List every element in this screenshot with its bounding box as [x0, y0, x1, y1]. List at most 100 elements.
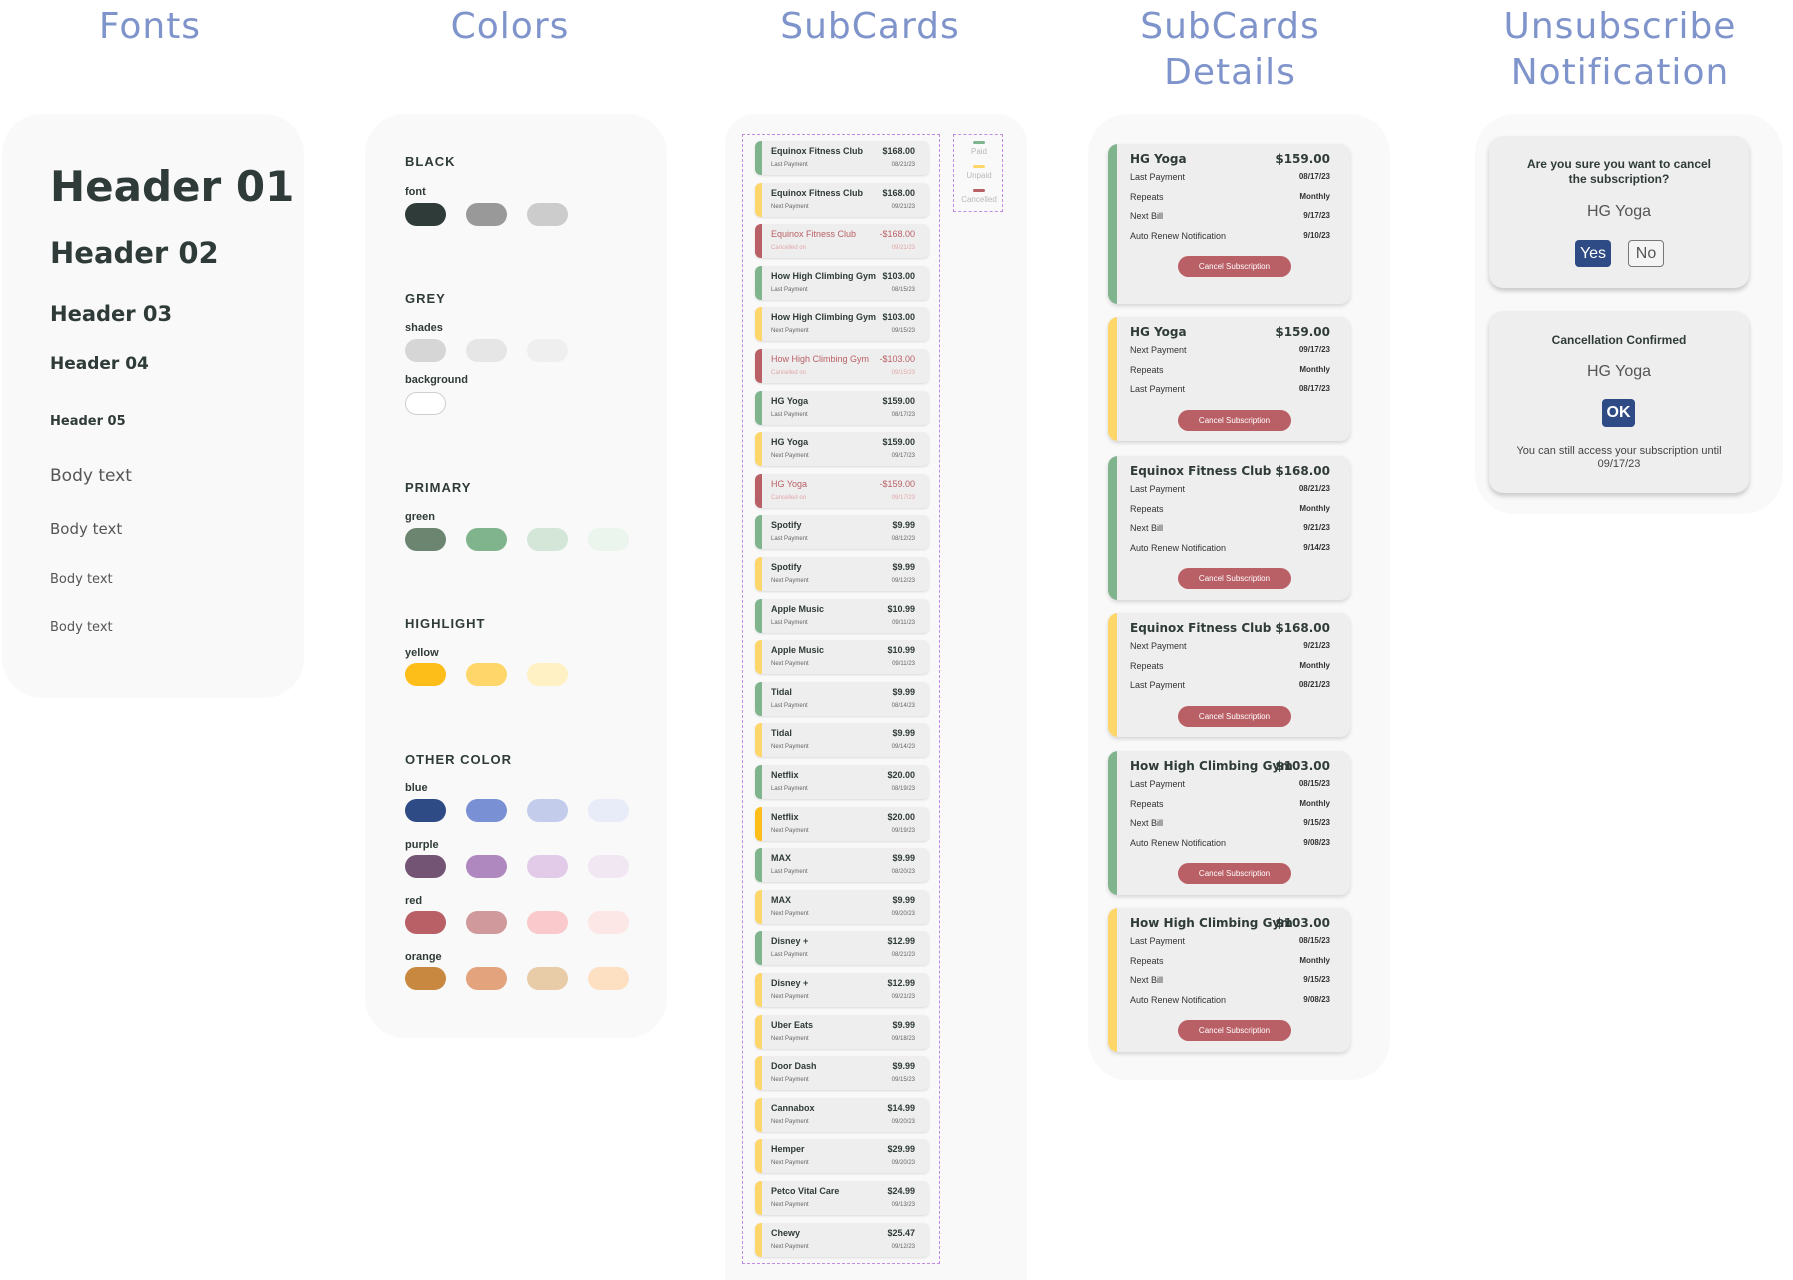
- subcard[interactable]: Spotify Last Payment $9.99 08/12/23: [755, 515, 929, 550]
- subcard-name: MAX: [771, 853, 791, 864]
- status-bar: [755, 515, 762, 550]
- color-sub-purple: purple: [405, 839, 439, 851]
- detail-row: Repeats Monthly: [1130, 799, 1330, 813]
- subcard-name: Netflix: [771, 770, 799, 780]
- subcard-date: 08/15/23: [891, 286, 915, 293]
- subcard-name: Disney +: [771, 978, 809, 988]
- subcard-label: Next Payment: [771, 328, 809, 335]
- no-button[interactable]: No: [1628, 240, 1664, 267]
- subcard[interactable]: Spotify Next Payment $9.99 09/12/23: [755, 557, 929, 591]
- subcard-label: Next Payment: [771, 1118, 809, 1125]
- subcard-amount: $29.99: [887, 1144, 915, 1155]
- subcard[interactable]: Equinox Fitness Club Next Payment $168.00 0…: [755, 182, 929, 217]
- subcard[interactable]: How High Climbing Gym Next Payment $103.00…: [755, 307, 929, 342]
- subcard-date: 09/18/23: [891, 1035, 915, 1042]
- cancel-subscription-button[interactable]: Cancel Subscription: [1178, 568, 1291, 589]
- subcard[interactable]: Equinox Fitness Club Cancelled on -$168.00…: [755, 224, 929, 259]
- status-bar: [755, 1056, 762, 1091]
- subcard-name: Cannabox: [771, 1102, 815, 1113]
- detail-row-label: Last Payment: [1130, 172, 1186, 182]
- font-body-text-4: Body text: [50, 620, 113, 635]
- font-header-03: Header 03: [50, 302, 173, 326]
- subcard[interactable]: Apple Music Last Payment $10.99 09/11/23: [755, 598, 929, 633]
- subcard[interactable]: Petco Vital Care Next Payment $24.99 09/13/…: [755, 1181, 929, 1215]
- detail-row-label: Repeats: [1130, 660, 1164, 671]
- status-bar: [755, 765, 762, 799]
- color-swatch: [527, 911, 568, 934]
- cancel-subscription-button[interactable]: Cancel Subscription: [1178, 1020, 1291, 1041]
- detail-row: Next Payment 9/21/23: [1130, 641, 1330, 655]
- subcard-detail: HG Yoga $159.00 Next Payment 09/17/23 Repeat…: [1108, 317, 1350, 441]
- cancellation-confirmed-dialog: Cancellation Confirmed HG Yoga OK You ca…: [1489, 311, 1749, 493]
- subcard-label: Last Payment: [771, 619, 808, 626]
- subcard-amount: $159.00: [882, 395, 915, 406]
- subcard[interactable]: Apple Music Next Payment $10.99 09/11/23: [755, 640, 929, 675]
- ok-button[interactable]: OK: [1602, 399, 1635, 427]
- status-bar: [755, 848, 762, 883]
- subcard-name: Uber Eats: [771, 1019, 814, 1030]
- subcard[interactable]: MAX Next Payment $9.99 09/20/23: [755, 889, 929, 924]
- color-swatch: [405, 203, 446, 226]
- color-swatch: [405, 528, 446, 551]
- subcard-label: Last Payment: [771, 786, 808, 792]
- subcard-label: Next Payment: [771, 1035, 809, 1042]
- cancel-subscription-button[interactable]: Cancel Subscription: [1178, 256, 1291, 277]
- subcard[interactable]: Door Dash Next Payment $9.99 09/15/23: [755, 1056, 929, 1091]
- cancel-subscription-button[interactable]: Cancel Subscription: [1178, 863, 1291, 884]
- subcard[interactable]: HG Yoga Last Payment $159.00 08/17/23: [755, 390, 929, 425]
- legend-cancelled-bar: [973, 189, 985, 192]
- subcard-detail: How High Climbing Gym $103.00 Last Payment…: [1108, 751, 1350, 895]
- subcard-label: Next Payment: [771, 910, 809, 917]
- subcard[interactable]: MAX Last Payment $9.99 08/20/23: [755, 848, 929, 883]
- yes-button[interactable]: Yes: [1575, 240, 1611, 267]
- subcard[interactable]: How High Climbing Gym Last Payment $103.00…: [755, 265, 929, 300]
- subcard[interactable]: HG Yoga Cancelled on -$159.00 09/17/23: [755, 473, 929, 508]
- detail-title: Equinox Fitness Club: [1130, 621, 1272, 635]
- subcard-label: Last Payment: [771, 411, 808, 418]
- cancel-subscription-button[interactable]: Cancel Subscription: [1178, 705, 1291, 727]
- subcard-date: 09/12/23: [891, 578, 915, 584]
- subcard[interactable]: HG Yoga Next Payment $159.00 09/17/23: [755, 432, 929, 467]
- status-bar: [755, 931, 762, 966]
- subcard[interactable]: Tidal Next Payment $9.99 09/14/23: [755, 723, 929, 758]
- swatch-row-grey-shades: [405, 339, 568, 362]
- confirmed-subscription-name: HG Yoga: [1586, 363, 1652, 380]
- subcard-label: Next Payment: [771, 203, 809, 210]
- detail-row-value: Monthly: [1299, 364, 1330, 374]
- confirm-question: Are you sure you want to cancel the subs…: [1526, 157, 1712, 186]
- font-header-04: Header 04: [50, 354, 149, 374]
- subcard-amount: $159.00: [882, 437, 915, 448]
- detail-row: Repeats Monthly: [1130, 365, 1330, 379]
- subcard-amount: $9.99: [892, 1061, 915, 1072]
- subcard[interactable]: Hemper Next Payment $29.99 09/20/23: [755, 1139, 929, 1174]
- status-bar: [755, 681, 762, 716]
- swatch-row-blue: [405, 799, 629, 822]
- subcard[interactable]: How High Climbing Gym Cancelled on -$103.0…: [755, 349, 929, 383]
- status-legend: Paid Unpaid Cancelled: [953, 134, 1003, 212]
- color-group-primary: PRIMARY: [405, 480, 472, 495]
- subcard[interactable]: Disney + Next Payment $12.99 09/21/23: [755, 973, 929, 1007]
- colors-title: Colors: [450, 6, 570, 47]
- subcards-title: SubCards: [780, 6, 960, 47]
- subcard[interactable]: Uber Eats Next Payment $9.99 09/18/23: [755, 1014, 929, 1049]
- color-swatch: [527, 663, 568, 686]
- detail-row: Last Payment 08/15/23: [1130, 936, 1330, 950]
- subcard-name: Spotify: [771, 562, 802, 572]
- detail-row: Next Bill 9/21/23: [1130, 523, 1330, 537]
- subcard[interactable]: Chewy Next Payment $25.47 09/12/23: [755, 1222, 929, 1257]
- subcard-label: Last Payment: [771, 162, 808, 168]
- subcard[interactable]: Netflix Last Payment $20.00 08/19/23: [755, 765, 929, 799]
- subcard[interactable]: Disney + Last Payment $12.99 08/21/23: [755, 931, 929, 966]
- color-swatch: [466, 855, 507, 878]
- subcard[interactable]: Cannabox Next Payment $14.99 09/20/23: [755, 1097, 929, 1132]
- subcard[interactable]: Tidal Last Payment $9.99 08/14/23: [755, 681, 929, 716]
- subcard[interactable]: Equinox Fitness Club Last Payment $168.00 0…: [755, 141, 929, 175]
- detail-row-value: 9/08/23: [1303, 837, 1330, 847]
- subcard-date: 09/21/23: [891, 994, 915, 1000]
- cancel-subscription-button[interactable]: Cancel Subscription: [1178, 409, 1291, 431]
- subcard-name: Equinox Fitness Club: [771, 187, 864, 198]
- subcard[interactable]: Netflix Next Payment $20.00 09/19/23: [755, 806, 929, 841]
- detail-row-label: Next Bill: [1130, 818, 1164, 828]
- subcard-date: 09/11/23: [892, 661, 915, 668]
- status-bar: [755, 1014, 762, 1049]
